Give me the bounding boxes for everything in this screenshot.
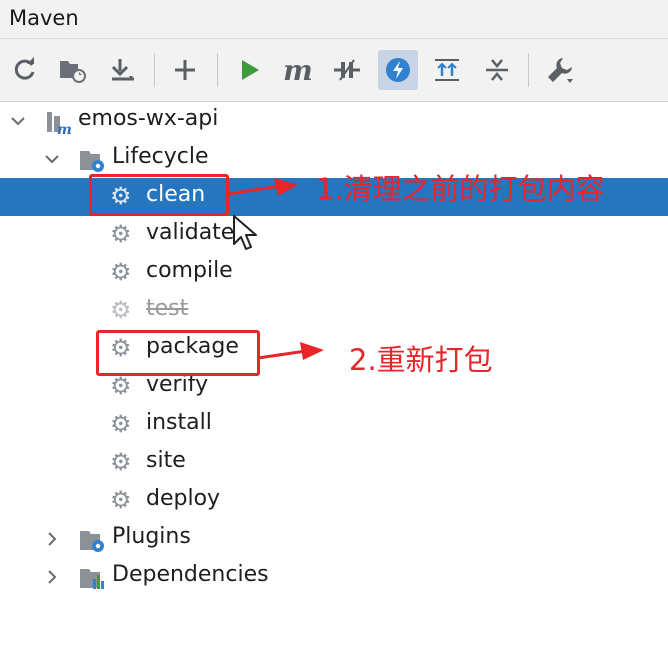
clean-annotation: 1.清理之前的打包内容 (316, 172, 605, 206)
toolbar-separator (217, 53, 218, 87)
gear-icon: ⚙ (110, 258, 132, 286)
goal-compile[interactable]: ⚙ compile (0, 254, 668, 292)
run-icon (242, 60, 259, 80)
chevron-down-icon (45, 155, 59, 164)
gear-icon: ⚙ (110, 372, 132, 400)
goal-install[interactable]: ⚙ install (0, 406, 668, 444)
download-button[interactable] (103, 50, 143, 90)
show-dependencies-button[interactable] (427, 50, 467, 90)
package-highlight-box (96, 330, 260, 376)
clean-highlight-box (89, 174, 229, 216)
goal-test[interactable]: ⚙ test (0, 292, 668, 330)
tree-node-plugins[interactable]: Plugins (0, 520, 668, 558)
lightning-icon (386, 58, 410, 82)
dependencies-icon (435, 59, 459, 81)
execute-goal-button[interactable]: m (278, 50, 318, 90)
offline-icon (334, 59, 360, 81)
annotation-arrow-icon (228, 178, 298, 196)
chevron-right-icon (48, 532, 57, 546)
generate-sources-button[interactable] (52, 50, 92, 90)
lifecycle-label: Lifecycle (112, 144, 209, 169)
collapse-icon (486, 59, 508, 81)
goal-validate[interactable]: ⚙ validate (0, 216, 668, 254)
goal-label: install (146, 410, 212, 435)
goal-deploy[interactable]: ⚙ deploy (0, 482, 668, 520)
skip-tests-button[interactable] (378, 50, 418, 90)
plus-icon (175, 60, 195, 80)
goal-label: validate (146, 220, 235, 245)
gear-icon: ⚙ (110, 296, 132, 324)
download-icon (111, 59, 134, 81)
add-project-button[interactable] (165, 50, 205, 90)
plugins-folder-icon (80, 531, 104, 552)
tree-node-dependencies[interactable]: Dependencies (0, 558, 668, 596)
chevron-down-icon (11, 117, 25, 126)
svg-text:m: m (57, 122, 72, 136)
tree-node-project[interactable]: m emos-wx-api (0, 102, 668, 140)
goal-label: site (146, 448, 186, 473)
lifecycle-folder-icon (80, 151, 104, 172)
offline-mode-button[interactable] (327, 50, 367, 90)
maven-module-icon: m (47, 112, 72, 136)
toolbar-separator (154, 53, 155, 87)
goal-label: deploy (146, 486, 221, 511)
panel-title: Maven (9, 6, 79, 30)
dependencies-label: Dependencies (112, 562, 269, 587)
gear-icon: ⚙ (110, 220, 132, 248)
chevron-right-icon (48, 570, 57, 584)
wrench-icon (548, 58, 573, 83)
package-annotation: 2.重新打包 (349, 343, 493, 377)
dependencies-folder-icon (80, 569, 104, 589)
maven-m-icon: m (283, 53, 313, 87)
gear-icon: ⚙ (110, 410, 132, 438)
collapse-all-button[interactable] (477, 50, 517, 90)
goal-label: compile (146, 258, 233, 283)
toolbar-separator (528, 53, 529, 87)
run-button[interactable] (230, 50, 270, 90)
settings-button[interactable] (540, 50, 580, 90)
folder-refresh-icon (60, 61, 86, 83)
maven-toolbar: m (0, 39, 668, 102)
gear-icon: ⚙ (110, 486, 132, 514)
project-name: emos-wx-api (78, 106, 219, 131)
gear-icon: ⚙ (110, 448, 132, 476)
goal-label: test (146, 296, 189, 321)
goal-site[interactable]: ⚙ site (0, 444, 668, 482)
reload-button[interactable] (5, 50, 45, 90)
refresh-icon (14, 57, 35, 80)
annotation-arrow-icon (258, 342, 324, 360)
mouse-cursor-icon (233, 215, 257, 250)
plugins-label: Plugins (112, 524, 191, 549)
maven-panel-header: Maven (0, 0, 668, 39)
